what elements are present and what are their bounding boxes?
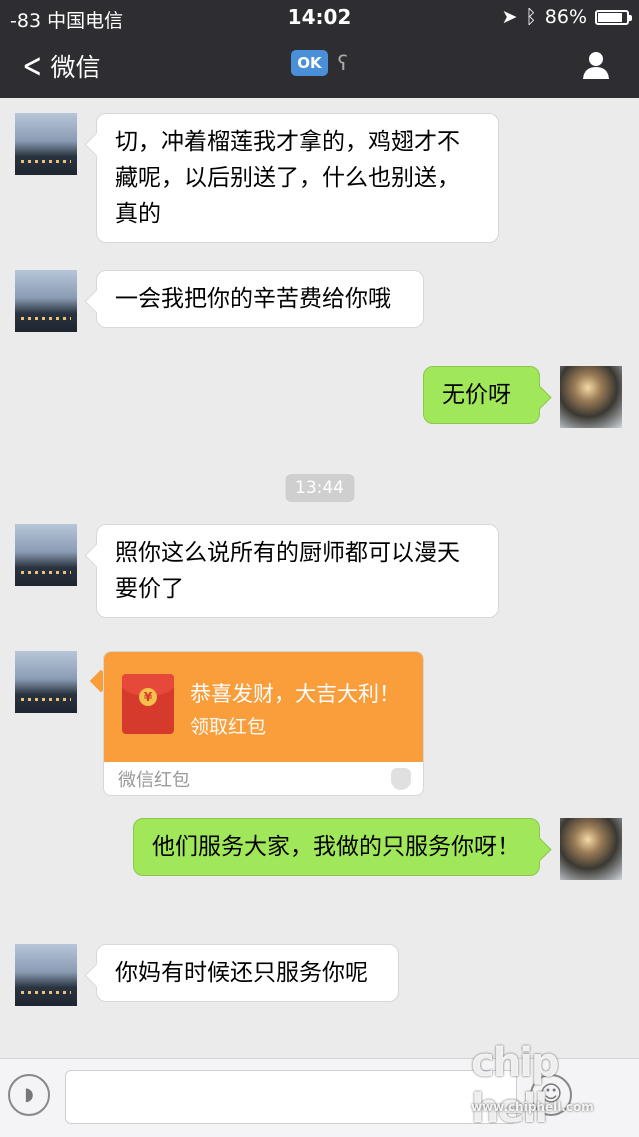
- watermark: chip hell www.chiphell.com: [471, 1040, 631, 1132]
- avatar[interactable]: [15, 651, 77, 713]
- message-bubble[interactable]: 照你这么说所有的厨师都可以漫天要价了: [96, 524, 499, 618]
- battery-fill: [598, 12, 623, 22]
- message-bubble[interactable]: 切，冲着榴莲我才拿的，鸡翅才不藏呢，以后别送了，什么也别送，真的: [96, 113, 499, 243]
- message-bubble[interactable]: 他们服务大家，我做的只服务你呀！: [133, 818, 540, 876]
- red-packet-title: 恭喜发财，大吉大利！: [190, 682, 400, 706]
- contact-profile-icon[interactable]: [581, 50, 611, 80]
- status-right: ➤ ᛒ 86%: [501, 6, 632, 28]
- ok-badge: OK: [291, 50, 328, 76]
- avatar[interactable]: [15, 944, 77, 1006]
- voice-icon[interactable]: ◗: [8, 1074, 50, 1116]
- top-bar: -83 中国电信 14:02 ➤ ᛒ 86% < 微信 OK ʕ: [0, 0, 639, 98]
- message-input[interactable]: [65, 1070, 517, 1124]
- location-icon: ➤: [501, 6, 518, 28]
- chat-area[interactable]: 切，冲着榴莲我才拿的，鸡翅才不藏呢，以后别送了，什么也别送，真的 一会我把你的辛…: [0, 98, 639, 1058]
- red-packet-body: ¥ 恭喜发财，大吉大利！ 领取红包: [104, 652, 423, 762]
- red-packet-subtitle: 领取红包: [190, 716, 267, 738]
- watermark-url: www.chiphell.com: [471, 1100, 594, 1114]
- red-packet[interactable]: ¥ 恭喜发财，大吉大利！ 领取红包 微信红包: [103, 651, 424, 796]
- avatar[interactable]: [15, 270, 77, 332]
- battery-percent: 86%: [544, 6, 587, 28]
- coin-icon: ¥: [139, 688, 157, 706]
- avatar[interactable]: [560, 818, 622, 880]
- watermark-brand: chip hell: [471, 1040, 560, 1132]
- red-envelope-icon: ¥: [122, 674, 174, 734]
- avatar[interactable]: [15, 524, 77, 586]
- message-bubble[interactable]: 无价呀: [423, 366, 540, 424]
- bluetooth-icon: ᛒ: [525, 6, 537, 28]
- red-packet-footer: 微信红包: [118, 770, 190, 791]
- avatar[interactable]: [560, 366, 622, 428]
- avatar[interactable]: [15, 113, 77, 175]
- shield-icon: [391, 768, 411, 790]
- battery-icon: [595, 9, 632, 25]
- message-bubble[interactable]: 一会我把你的辛苦费给你哦: [96, 270, 424, 328]
- status-bar: -83 中国电信 14:02 ➤ ᛒ 86%: [0, 0, 639, 34]
- timestamp: 13:44: [285, 474, 354, 502]
- message-bubble[interactable]: 你妈有时候还只服务你呢: [96, 944, 399, 1002]
- chat-title: OK ʕ: [0, 50, 639, 76]
- nav-bar: < 微信 OK ʕ: [0, 34, 639, 98]
- ear-icon: ʕ: [337, 51, 348, 75]
